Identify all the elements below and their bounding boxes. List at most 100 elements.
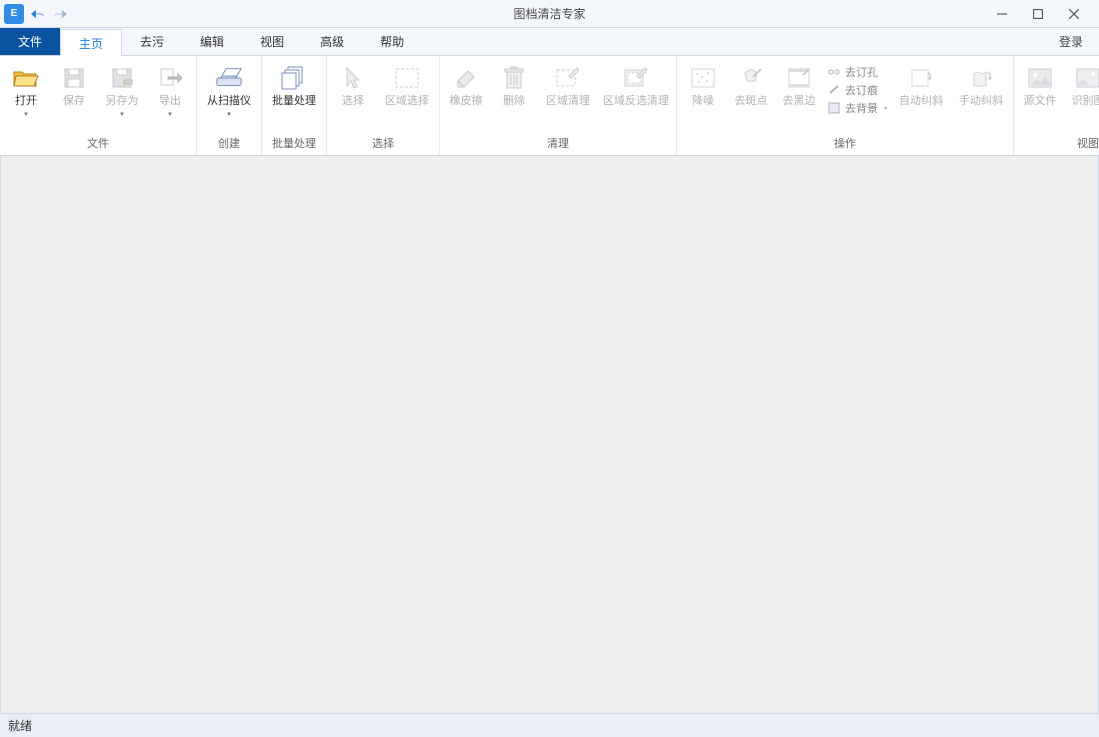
debg-label: 去背景 <box>845 100 878 116</box>
ribbon: 打开 ▾ 保存 另存为 ▾ 导出 ▾ <box>0 56 1099 156</box>
saveas-button[interactable]: 另存为 ▾ <box>100 62 144 118</box>
save-icon <box>60 64 88 92</box>
export-button[interactable]: 导出 ▾ <box>148 62 192 118</box>
minimize-button[interactable] <box>991 3 1013 25</box>
saveas-icon <box>108 64 136 92</box>
scanner-label: 从扫描仪 <box>207 94 251 108</box>
group-label-file: 文件 <box>4 131 192 155</box>
group-label-batch: 批量处理 <box>266 131 322 155</box>
delete-label: 删除 <box>503 94 525 108</box>
despot-button[interactable]: 去斑点 <box>729 62 773 108</box>
manual-deskew-icon <box>967 64 995 92</box>
tab-view[interactable]: 视图 <box>242 28 302 55</box>
ribbon-group-create: 从扫描仪 ▾ 创建 <box>197 56 262 155</box>
debg-icon <box>827 101 841 115</box>
depunch-button[interactable]: 去订孔 <box>825 64 889 80</box>
deblack-button[interactable]: 去黑边 <box>777 62 821 108</box>
manual-deskew-button[interactable]: 手动纠斜 <box>953 62 1009 108</box>
folder-open-icon <box>12 64 40 92</box>
image-icon <box>1026 64 1054 92</box>
open-button[interactable]: 打开 ▾ <box>4 62 48 118</box>
tab-edit[interactable]: 编辑 <box>182 28 242 55</box>
area-invclean-button[interactable]: 区域反选清理 <box>600 62 672 108</box>
depunch-label: 去订孔 <box>845 64 878 80</box>
dropdown-icon: ▾ <box>168 112 172 118</box>
save-label: 保存 <box>63 94 85 108</box>
close-button[interactable] <box>1063 3 1085 25</box>
app-icon: E <box>4 4 24 24</box>
area-clean-icon <box>554 64 582 92</box>
denoise-icon <box>689 64 717 92</box>
eraser-label: 橡皮擦 <box>450 94 483 108</box>
source-image-button[interactable]: 源文件 <box>1018 62 1062 108</box>
recog-image-button[interactable]: 识别图 <box>1066 62 1099 108</box>
select-button[interactable]: 选择 <box>331 62 375 108</box>
maximize-button[interactable] <box>1027 3 1049 25</box>
ribbon-group-operate: 降噪 去斑点 去黑边 去订孔 <box>677 56 1014 155</box>
undo-button[interactable] <box>26 3 48 25</box>
ribbon-group-batch: 批量处理 批量处理 <box>262 56 327 155</box>
ribbon-group-clean: 橡皮擦 删除 区域清理 区域反选清理 清理 <box>440 56 677 155</box>
ribbon-tabs: 文件 主页 去污 编辑 视图 高级 帮助 登录 <box>0 28 1099 56</box>
depunch-icon <box>827 65 841 79</box>
area-select-label: 区域选择 <box>385 94 429 108</box>
title-bar: E 图档清洁专家 <box>0 0 1099 28</box>
despot-label: 去斑点 <box>735 94 768 108</box>
save-button[interactable]: 保存 <box>52 62 96 108</box>
dropdown-icon: ▾ <box>227 112 231 118</box>
open-label: 打开 <box>15 94 37 108</box>
area-clean-button[interactable]: 区域清理 <box>540 62 596 108</box>
despot-icon <box>737 64 765 92</box>
denoise-button[interactable]: 降噪 <box>681 62 725 108</box>
export-label: 导出 <box>159 94 181 108</box>
group-label-operate: 操作 <box>681 131 1009 155</box>
redo-button[interactable] <box>50 3 72 25</box>
tab-help[interactable]: 帮助 <box>362 28 422 55</box>
dropdown-icon: ▾ <box>24 112 28 118</box>
dropdown-icon: ▾ <box>884 105 887 112</box>
export-icon <box>156 64 184 92</box>
select-label: 选择 <box>342 94 364 108</box>
ribbon-group-file: 打开 ▾ 保存 另存为 ▾ 导出 ▾ <box>0 56 197 155</box>
auto-deskew-label: 自动纠斜 <box>899 94 943 108</box>
window-title: 图档清洁专家 <box>513 5 585 22</box>
tab-destain[interactable]: 去污 <box>122 28 182 55</box>
source-image-label: 源文件 <box>1024 94 1057 108</box>
document-canvas <box>0 156 1099 713</box>
ribbon-group-view: 源文件 识别图 结果图 视图 <box>1014 56 1099 155</box>
tab-home[interactable]: 主页 <box>60 29 122 56</box>
group-label-select: 选择 <box>331 131 435 155</box>
tab-file[interactable]: 文件 <box>0 28 60 55</box>
image-recog-icon <box>1074 64 1099 92</box>
eraser-button[interactable]: 橡皮擦 <box>444 62 488 108</box>
batch-icon <box>280 64 308 92</box>
area-invclean-icon <box>622 64 650 92</box>
deblack-icon <box>785 64 813 92</box>
delete-button[interactable]: 删除 <box>492 62 536 108</box>
saveas-label: 另存为 <box>106 94 139 108</box>
auto-deskew-button[interactable]: 自动纠斜 <box>893 62 949 108</box>
scanner-button[interactable]: 从扫描仪 ▾ <box>201 62 257 118</box>
status-bar: 就绪 <box>0 713 1099 737</box>
recog-image-label: 识别图 <box>1072 94 1099 108</box>
dropdown-icon: ▾ <box>120 112 124 118</box>
area-clean-label: 区域清理 <box>546 94 590 108</box>
area-select-button[interactable]: 区域选择 <box>379 62 435 108</box>
deblack-label: 去黑边 <box>783 94 816 108</box>
destaple-icon <box>827 83 841 97</box>
area-invclean-label: 区域反选清理 <box>603 94 669 108</box>
destaple-label: 去订痕 <box>845 82 878 98</box>
tab-advanced[interactable]: 高级 <box>302 28 362 55</box>
login-button[interactable]: 登录 <box>1043 28 1099 55</box>
status-text: 就绪 <box>8 717 32 734</box>
scanner-icon <box>215 64 243 92</box>
batch-label: 批量处理 <box>272 94 316 108</box>
group-label-clean: 清理 <box>444 131 672 155</box>
destaple-button[interactable]: 去订痕 <box>825 82 889 98</box>
group-label-view: 视图 <box>1018 131 1099 155</box>
debg-button[interactable]: 去背景 ▾ <box>825 100 889 116</box>
eraser-icon <box>452 64 480 92</box>
manual-deskew-label: 手动纠斜 <box>959 94 1003 108</box>
batch-button[interactable]: 批量处理 <box>266 62 322 108</box>
group-label-create: 创建 <box>201 131 257 155</box>
